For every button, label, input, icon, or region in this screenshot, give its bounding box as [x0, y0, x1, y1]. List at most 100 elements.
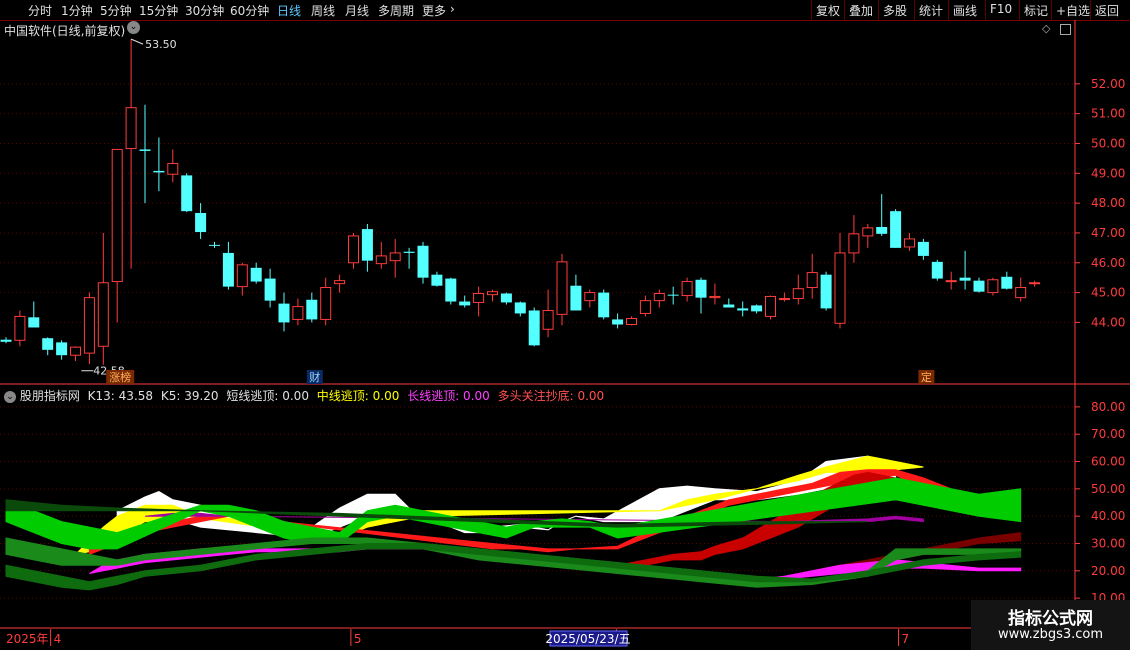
price-tick-label: 50.00: [1091, 136, 1125, 150]
candle-body-up: [765, 295, 776, 317]
indicator-header: ⌄ 股朋指标网 K13: 43.58 K5: 39.20 短线逃顶: 0.00 …: [4, 387, 604, 404]
indicator-tick-label: 20.00: [1091, 564, 1125, 578]
period-tab-1[interactable]: 1分钟: [61, 2, 93, 19]
candle-body-up: [681, 281, 693, 297]
candle-body-up: [167, 162, 179, 175]
indicator-value-5: 多头关注抄底: 0.00: [493, 389, 605, 403]
period-tab-3[interactable]: 15分钟: [139, 2, 178, 19]
watermark-title: 指标公式网: [1008, 609, 1093, 629]
indicator-value-2: 短线逃顶: 0.00: [222, 389, 309, 403]
candle-body-down: [959, 277, 971, 281]
chevron-down-icon[interactable]: ⌄: [127, 21, 140, 34]
indicator-tick-label: 80.00: [1091, 400, 1125, 414]
chevron-right-icon[interactable]: ›: [450, 2, 455, 16]
period-tab-2[interactable]: 5分钟: [100, 2, 132, 19]
candle-body-down: [445, 278, 457, 302]
candle-body-down: [153, 170, 165, 173]
candle-body-down: [751, 305, 763, 312]
indicator-tick-label: 40.00: [1091, 509, 1125, 523]
period-tab-6[interactable]: 日线: [277, 2, 301, 19]
period-tab-0[interactable]: 分时: [28, 2, 52, 19]
indicator-value-3: 中线逃顶: 0.00: [312, 389, 400, 403]
action-button-2[interactable]: 多股: [883, 2, 907, 19]
price-tick-label: 51.00: [1091, 107, 1125, 121]
period-tab-4[interactable]: 30分钟: [185, 2, 224, 19]
action-button-8[interactable]: 返回: [1095, 2, 1119, 19]
candle-body-up: [1015, 287, 1027, 299]
candle-body-up: [542, 309, 554, 330]
candle-body-down: [0, 339, 12, 342]
candle-body-up: [653, 292, 665, 302]
price-tick-label: 47.00: [1091, 226, 1125, 240]
candle-body-up: [473, 292, 485, 303]
candle-body-up: [320, 287, 332, 320]
candle-body-down: [890, 211, 902, 248]
candle-body-down: [209, 244, 220, 246]
candle-body-down: [612, 319, 624, 325]
action-button-0[interactable]: 复权: [816, 2, 840, 19]
candle-body-up: [236, 264, 248, 288]
candle-body-up: [111, 148, 123, 283]
period-tab-9[interactable]: 多周期: [378, 2, 414, 19]
candle-body-up: [334, 280, 346, 285]
candle-body-down: [195, 212, 207, 233]
price-tick-label: 49.00: [1091, 166, 1125, 180]
toolbar-separator: [985, 0, 986, 20]
month-label: 7: [902, 632, 910, 646]
indicator-value-1: K5: 39.20: [157, 389, 219, 403]
candle-body-down: [500, 293, 512, 303]
price-tick-label: 52.00: [1091, 77, 1125, 91]
action-button-3[interactable]: 统计: [919, 2, 943, 19]
action-button-4[interactable]: 画线: [953, 2, 977, 19]
candle-body-up: [1029, 282, 1041, 285]
period-tab-8[interactable]: 月线: [345, 2, 369, 19]
candle-body-up: [778, 298, 790, 301]
candle-body-up: [848, 233, 860, 254]
candle-body-down: [222, 252, 234, 287]
high-price-label: 53.50: [145, 38, 177, 51]
candle-body-up: [626, 318, 637, 325]
candle-body-down: [917, 241, 929, 256]
toolbar-separator: [844, 0, 845, 20]
candle-body-up: [806, 272, 818, 289]
candle-body-down: [181, 175, 193, 212]
indicator-tick-label: 30.00: [1091, 536, 1125, 550]
candle-body-up: [83, 297, 95, 354]
candle-body-up: [904, 238, 915, 248]
diamond-icon[interactable]: ◇: [1042, 22, 1050, 35]
candle-body-down: [931, 261, 943, 279]
watermark: 指标公式网 www.zbgs3.com: [971, 600, 1130, 650]
month-label: 5: [354, 632, 362, 646]
candle-body-down: [1001, 276, 1013, 289]
action-button-1[interactable]: 叠加: [849, 2, 873, 19]
candle-body-down: [431, 274, 443, 286]
action-button-5[interactable]: F10: [990, 2, 1012, 16]
candle-body-up: [639, 300, 651, 314]
indicator-tick-label: 70.00: [1091, 427, 1125, 441]
price-tick-label: 45.00: [1091, 286, 1125, 300]
chevron-down-icon[interactable]: ⌄: [4, 390, 16, 403]
action-button-7[interactable]: +自选: [1056, 2, 1090, 19]
high-annotation-line: [130, 38, 144, 45]
candle-body-down: [459, 301, 471, 306]
candle-body-up: [945, 280, 957, 283]
candle-body-up: [292, 306, 304, 320]
period-tab-7[interactable]: 周线: [311, 2, 335, 19]
timeline-year-label: 2025年: [6, 632, 49, 646]
toolbar-separator: [914, 0, 915, 20]
cursor-date-label: 2025/05/23/五: [545, 632, 630, 646]
candle-body-up: [556, 261, 568, 315]
candle-body-up: [709, 295, 721, 299]
panel-toggle-icon[interactable]: [1060, 24, 1071, 35]
period-tab-5[interactable]: 60分钟: [230, 2, 269, 19]
action-button-6[interactable]: 标记: [1024, 2, 1048, 19]
toolbar-separator: [811, 0, 812, 20]
candle-body-up: [389, 252, 401, 262]
candle-body-down: [514, 302, 526, 314]
candle-body-down: [667, 294, 679, 296]
indicator-name: 股朋指标网: [19, 389, 80, 403]
indicator-value-4: 长线逃顶: 0.00: [403, 389, 490, 403]
candle-body-up: [97, 282, 109, 347]
event-badge-label: 定: [921, 370, 932, 384]
period-tab-10[interactable]: 更多: [422, 2, 446, 19]
